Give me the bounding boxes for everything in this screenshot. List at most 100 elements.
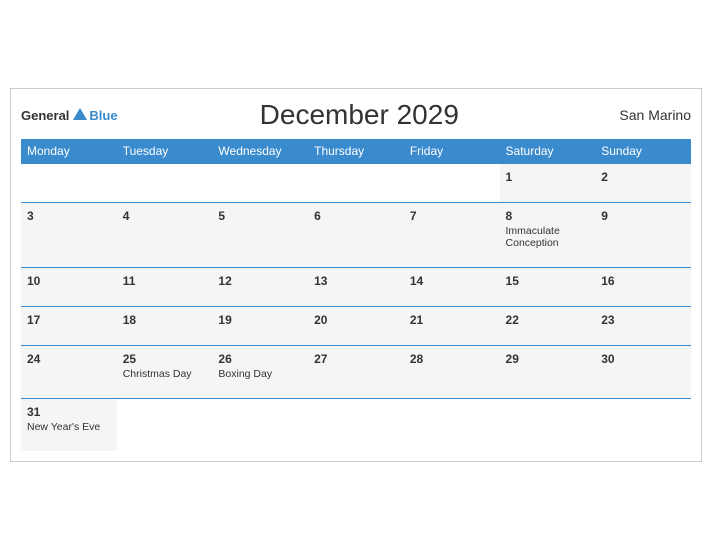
logo-general-text: General xyxy=(21,108,69,123)
calendar-cell: 8 Immaculate Conception xyxy=(500,203,596,268)
calendar-cell: 30 xyxy=(595,346,691,399)
day-number: 12 xyxy=(218,274,302,288)
day-number: 17 xyxy=(27,313,111,327)
day-event: Immaculate Conception xyxy=(506,225,590,249)
calendar-cell: 20 xyxy=(308,307,404,346)
calendar-cell: 7 xyxy=(404,203,500,268)
day-number: 5 xyxy=(218,209,302,223)
day-number: 8 xyxy=(506,209,590,223)
calendar-cell: 21 xyxy=(404,307,500,346)
calendar-cell: 28 xyxy=(404,346,500,399)
day-number: 19 xyxy=(218,313,302,327)
col-friday: Friday xyxy=(404,139,500,164)
calendar-cell: 2 xyxy=(595,164,691,203)
header-row: Monday Tuesday Wednesday Thursday Friday… xyxy=(21,139,691,164)
calendar-row: 10 11 12 13 14 15 16 xyxy=(21,268,691,307)
calendar-cell: 9 xyxy=(595,203,691,268)
calendar-row: 24 25 Christmas Day 26 Boxing Day 27 28 29 30 xyxy=(21,346,691,399)
day-event: New Year's Eve xyxy=(27,421,111,433)
day-number: 14 xyxy=(410,274,494,288)
logo-blue-text: Blue xyxy=(89,108,117,123)
calendar-wrapper: General Blue December 2029 San Marino Mo… xyxy=(10,88,702,462)
calendar-grid: Monday Tuesday Wednesday Thursday Friday… xyxy=(21,139,691,451)
calendar-cell: 6 xyxy=(308,203,404,268)
calendar-cell xyxy=(404,164,500,203)
calendar-cell: 15 xyxy=(500,268,596,307)
calendar-cell: 1 xyxy=(500,164,596,203)
day-number: 10 xyxy=(27,274,111,288)
calendar-cell xyxy=(595,399,691,452)
calendar-cell xyxy=(308,164,404,203)
calendar-cell: 24 xyxy=(21,346,117,399)
col-wednesday: Wednesday xyxy=(212,139,308,164)
day-number: 18 xyxy=(123,313,207,327)
day-number: 31 xyxy=(27,405,111,419)
calendar-cell xyxy=(117,399,213,452)
col-tuesday: Tuesday xyxy=(117,139,213,164)
day-number: 15 xyxy=(506,274,590,288)
logo-icon xyxy=(71,106,89,124)
calendar-cell: 26 Boxing Day xyxy=(212,346,308,399)
calendar-cell: 23 xyxy=(595,307,691,346)
day-number: 25 xyxy=(123,352,207,366)
calendar-header: General Blue December 2029 San Marino xyxy=(21,99,691,131)
day-number: 16 xyxy=(601,274,685,288)
calendar-row: 17 18 19 20 21 22 23 xyxy=(21,307,691,346)
day-number: 24 xyxy=(27,352,111,366)
calendar-cell: 11 xyxy=(117,268,213,307)
col-monday: Monday xyxy=(21,139,117,164)
calendar-row: 31 New Year's Eve xyxy=(21,399,691,452)
day-number: 30 xyxy=(601,352,685,366)
day-number: 28 xyxy=(410,352,494,366)
calendar-cell: 25 Christmas Day xyxy=(117,346,213,399)
calendar-cell: 29 xyxy=(500,346,596,399)
day-number: 4 xyxy=(123,209,207,223)
day-number: 26 xyxy=(218,352,302,366)
calendar-cell: 19 xyxy=(212,307,308,346)
day-number: 6 xyxy=(314,209,398,223)
day-number: 2 xyxy=(601,170,685,184)
calendar-cell xyxy=(117,164,213,203)
calendar-cell: 17 xyxy=(21,307,117,346)
calendar-cell xyxy=(21,164,117,203)
calendar-cell: 16 xyxy=(595,268,691,307)
day-number: 20 xyxy=(314,313,398,327)
calendar-cell: 10 xyxy=(21,268,117,307)
col-saturday: Saturday xyxy=(500,139,596,164)
day-number: 9 xyxy=(601,209,685,223)
day-event: Christmas Day xyxy=(123,368,207,380)
calendar-cell: 12 xyxy=(212,268,308,307)
day-number: 11 xyxy=(123,274,207,288)
calendar-cell xyxy=(308,399,404,452)
logo: General Blue xyxy=(21,106,118,124)
day-event: Boxing Day xyxy=(218,368,302,380)
calendar-cell xyxy=(212,399,308,452)
calendar-cell xyxy=(212,164,308,203)
calendar-cell: 18 xyxy=(117,307,213,346)
calendar-cell xyxy=(500,399,596,452)
calendar-cell: 31 New Year's Eve xyxy=(21,399,117,452)
day-number: 22 xyxy=(506,313,590,327)
calendar-cell: 22 xyxy=(500,307,596,346)
calendar-row: 12 xyxy=(21,164,691,203)
day-number: 27 xyxy=(314,352,398,366)
day-number: 3 xyxy=(27,209,111,223)
day-number: 7 xyxy=(410,209,494,223)
day-number: 1 xyxy=(506,170,590,184)
calendar-cell: 13 xyxy=(308,268,404,307)
calendar-cell: 27 xyxy=(308,346,404,399)
calendar-row: 345678 Immaculate Conception 9 xyxy=(21,203,691,268)
location: San Marino xyxy=(601,107,691,123)
day-number: 23 xyxy=(601,313,685,327)
calendar-cell xyxy=(404,399,500,452)
col-sunday: Sunday xyxy=(595,139,691,164)
month-title: December 2029 xyxy=(118,99,601,131)
day-number: 21 xyxy=(410,313,494,327)
day-number: 13 xyxy=(314,274,398,288)
col-thursday: Thursday xyxy=(308,139,404,164)
day-number: 29 xyxy=(506,352,590,366)
calendar-cell: 14 xyxy=(404,268,500,307)
calendar-cell: 3 xyxy=(21,203,117,268)
calendar-cell: 5 xyxy=(212,203,308,268)
calendar-cell: 4 xyxy=(117,203,213,268)
